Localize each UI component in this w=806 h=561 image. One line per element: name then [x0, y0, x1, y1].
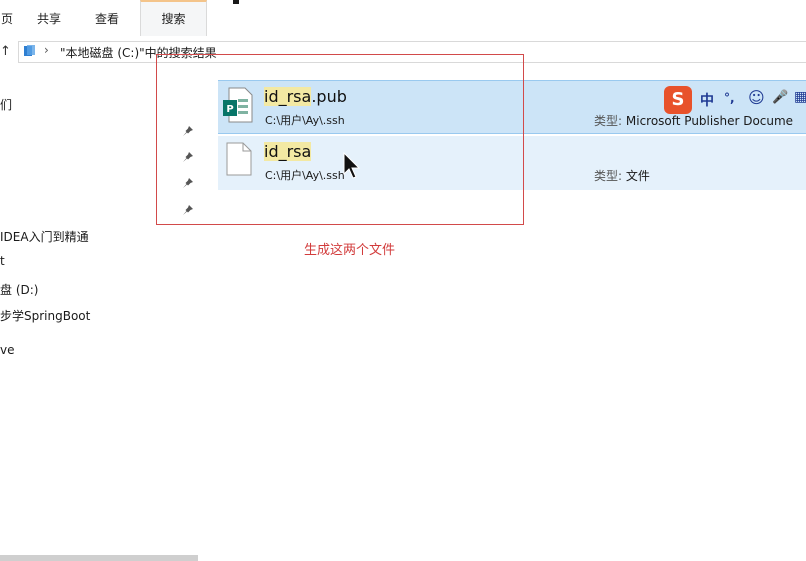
sidebar-item[interactable]: t — [0, 254, 5, 268]
sidebar-item-springboot[interactable]: 步学SpringBoot — [0, 307, 90, 324]
sidebar-item[interactable]: ve — [0, 343, 14, 357]
ime-mode-toggle[interactable]: 中 — [700, 90, 714, 110]
microphone-icon[interactable]: 🎤 — [772, 90, 788, 105]
ime-punctuation-icon[interactable]: °, — [724, 91, 735, 105]
sogou-logo-icon[interactable]: S — [664, 86, 692, 114]
window-caption-mark — [233, 0, 239, 4]
sidebar-item-drive-d[interactable]: 盘 (D:) — [0, 281, 38, 298]
sidebar-item-idea[interactable]: IDEA入门到精通 — [0, 228, 89, 245]
tab-home[interactable]: 页 — [0, 0, 14, 36]
tab-view[interactable]: 查看 — [88, 0, 126, 36]
mouse-cursor-icon — [343, 152, 361, 179]
tab-share[interactable]: 共享 — [30, 0, 68, 36]
tab-search[interactable]: 搜索 — [140, 0, 207, 36]
file-type: 类型: 文件 — [594, 169, 650, 183]
ime-toolbar[interactable]: S 中 °, ☺ 🎤 ▦ — [664, 86, 806, 114]
search-location-icon — [24, 45, 35, 56]
annotation-text: 生成这两个文件 — [304, 243, 396, 258]
up-arrow-icon[interactable]: ↑ — [0, 44, 14, 60]
grid-icon[interactable]: ▦ — [794, 89, 806, 105]
sidebar-item[interactable]: 们 — [0, 96, 12, 113]
sidebar-scrollbar[interactable] — [0, 555, 198, 561]
emoji-icon[interactable]: ☺ — [748, 88, 765, 107]
file-type: 类型: Microsoft Publisher Docume — [594, 114, 794, 128]
annotation-box — [156, 54, 524, 225]
chevron-right-icon[interactable]: › — [44, 43, 49, 57]
